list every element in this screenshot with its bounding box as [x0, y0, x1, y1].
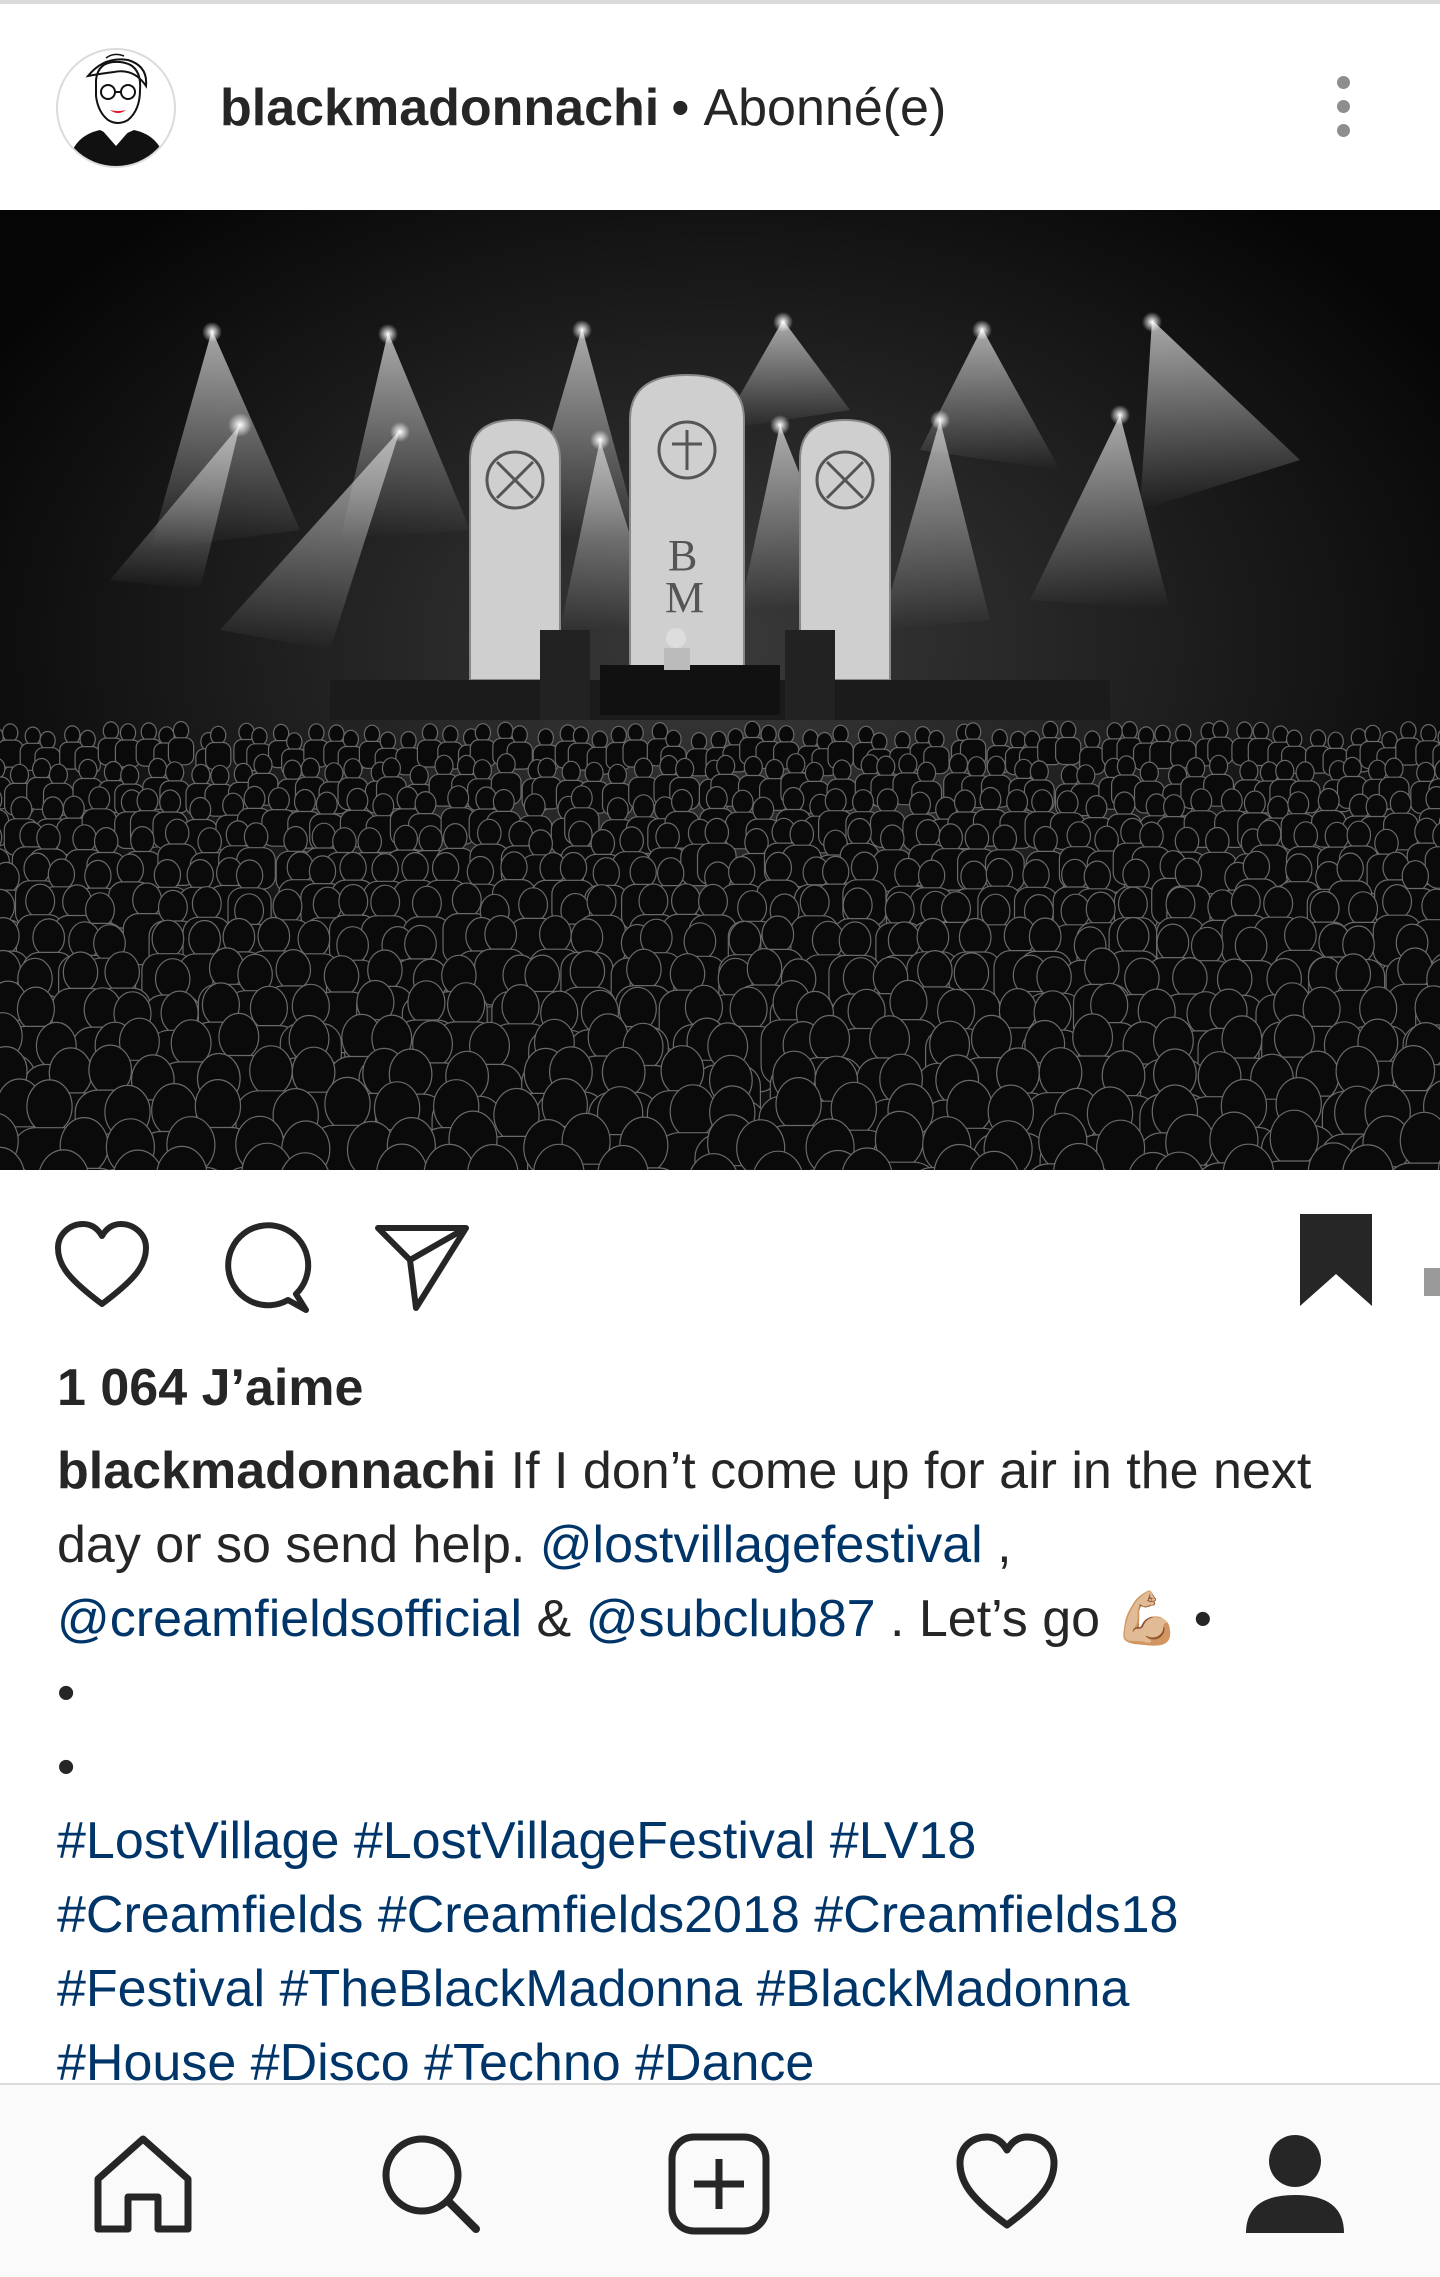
- avatar[interactable]: [56, 48, 176, 168]
- bottom-navigation: [0, 2083, 1440, 2277]
- header-text: blackmadonnachi•Abonné(e): [220, 78, 946, 138]
- post-header: blackmadonnachi•Abonné(e): [0, 4, 1440, 210]
- caption-line-2: day or so send help. @lostvillagefestiva…: [57, 1508, 1397, 1582]
- stage-letter-m: M: [665, 573, 704, 622]
- scrollbar-thumb[interactable]: [1424, 1268, 1440, 1296]
- caption-text-2-end: ,: [983, 1516, 1012, 1574]
- mention-creamfields[interactable]: @creamfieldsofficial: [57, 1590, 522, 1648]
- mention-subclub[interactable]: @subclub87: [586, 1590, 876, 1648]
- more-options-icon[interactable]: [1320, 76, 1366, 146]
- hashtags-line-2[interactable]: #Creamfields #Creamfields2018 #Creamfiel…: [57, 1878, 1397, 1952]
- search-icon[interactable]: [376, 2129, 486, 2239]
- concert-photo: B M: [0, 210, 1440, 1170]
- post-image[interactable]: B M: [0, 210, 1440, 1170]
- caption-text-1: If I don’t come up for air in the next: [496, 1442, 1311, 1500]
- share-icon[interactable]: [372, 1218, 472, 1318]
- post-caption: blackmadonnachi If I don’t come up for a…: [57, 1434, 1397, 2100]
- caption-line-1: blackmadonnachi If I don’t come up for a…: [57, 1434, 1397, 1508]
- caption-text-2: day or so send help.: [57, 1516, 540, 1574]
- profile-icon[interactable]: [1240, 2129, 1350, 2239]
- like-icon[interactable]: [52, 1218, 152, 1318]
- post-username[interactable]: blackmadonnachi: [220, 79, 659, 137]
- caption-dot-1: •: [57, 1656, 1397, 1730]
- activity-heart-icon[interactable]: [952, 2129, 1062, 2239]
- add-post-icon[interactable]: [664, 2129, 774, 2239]
- bookmark-icon[interactable]: [1296, 1210, 1376, 1310]
- follow-status[interactable]: Abonné(e): [703, 79, 946, 137]
- hashtags-line-1[interactable]: #LostVillage #LostVillageFestival #LV18: [57, 1804, 1397, 1878]
- caption-dot-2: •: [57, 1730, 1397, 1804]
- home-icon[interactable]: [88, 2129, 198, 2239]
- caption-text-3-end: . Let’s go 💪🏼 •: [876, 1590, 1212, 1648]
- mention-lostvillage[interactable]: @lostvillagefestival: [540, 1516, 983, 1574]
- caption-line-3: @creamfieldsofficial & @subclub87 . Let’…: [57, 1582, 1397, 1656]
- comment-icon[interactable]: [214, 1218, 314, 1318]
- caption-amp: &: [522, 1590, 586, 1648]
- likes-count[interactable]: 1 064 J’aime: [57, 1358, 363, 1418]
- hashtags-line-3[interactable]: #Festival #TheBlackMadonna #BlackMadonna: [57, 1952, 1397, 2026]
- header-separator: •: [671, 79, 689, 137]
- post-actions: [0, 1170, 1440, 1340]
- caption-username[interactable]: blackmadonnachi: [57, 1442, 496, 1500]
